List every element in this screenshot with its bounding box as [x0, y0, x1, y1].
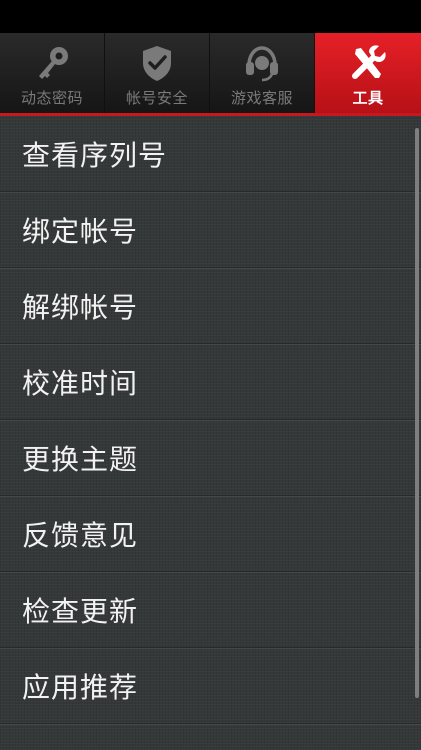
- tab-game-service[interactable]: 游戏客服: [210, 33, 315, 113]
- menu-item-app-recommend[interactable]: 应用推荐: [0, 648, 421, 724]
- tools-icon: [346, 41, 390, 85]
- tab-bar: 动态密码 帐号安全 游戏客服 工具: [0, 33, 421, 115]
- status-bar: [0, 0, 421, 33]
- key-icon: [30, 41, 74, 85]
- tab-account-security[interactable]: 帐号安全: [105, 33, 210, 113]
- menu-item-label: 更换主题: [22, 442, 139, 476]
- menu-item-unbind-account[interactable]: 解绑帐号: [0, 268, 421, 344]
- menu-item-bind-account[interactable]: 绑定帐号: [0, 192, 421, 268]
- menu-item-label: 反馈意见: [22, 518, 139, 552]
- menu-item-check-update[interactable]: 检查更新: [0, 572, 421, 648]
- tab-label: 游戏客服: [230, 89, 293, 107]
- menu-item-label: 校准时间: [22, 366, 139, 400]
- menu-item-view-serial[interactable]: 查看序列号: [0, 116, 421, 192]
- tab-label: 工具: [352, 89, 384, 107]
- headset-icon: [240, 41, 284, 85]
- menu-item-label: 检查更新: [22, 594, 139, 628]
- tab-label: 帐号安全: [125, 89, 188, 107]
- menu-item-label: 解绑帐号: [22, 290, 139, 324]
- menu-item-label: 查看序列号: [22, 138, 168, 172]
- tools-menu-list: 查看序列号 绑定帐号 解绑帐号 校准时间 更换主题 反馈意见 检查更新 应用推荐: [0, 116, 421, 750]
- menu-item-label: 应用推荐: [22, 670, 139, 704]
- menu-item-feedback[interactable]: 反馈意见: [0, 496, 421, 572]
- menu-item-calibrate-time[interactable]: 校准时间: [0, 344, 421, 420]
- tab-tools[interactable]: 工具: [315, 33, 421, 115]
- tab-dynamic-password[interactable]: 动态密码: [0, 33, 105, 113]
- menu-item-change-theme[interactable]: 更换主题: [0, 420, 421, 496]
- menu-item-label: 绑定帐号: [22, 214, 139, 248]
- shield-icon: [135, 41, 179, 85]
- tab-label: 动态密码: [20, 89, 83, 107]
- scrollbar[interactable]: [415, 128, 419, 698]
